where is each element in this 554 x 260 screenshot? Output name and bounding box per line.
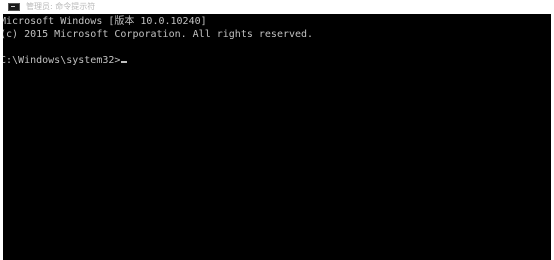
command-prompt-line[interactable]: C:\Windows\system32> <box>3 54 551 67</box>
text-cursor <box>121 61 128 63</box>
console-line-version: Microsoft Windows [版本 10.0.10240] <box>3 16 207 27</box>
command-prompt-window: 管理员: 命令提示符 Microsoft Windows [版本 10.0.10… <box>0 0 554 260</box>
prompt-path: C:\Windows\system32> <box>3 55 121 66</box>
cmd-console-icon <box>8 3 20 11</box>
console-output-area[interactable]: Microsoft Windows [版本 10.0.10240] (c) 20… <box>3 14 551 260</box>
window-title: 管理员: 命令提示符 <box>26 2 96 11</box>
title-bar[interactable]: 管理员: 命令提示符 <box>0 0 554 14</box>
console-line-copyright: (c) 2015 Microsoft Corporation. All righ… <box>3 29 314 40</box>
